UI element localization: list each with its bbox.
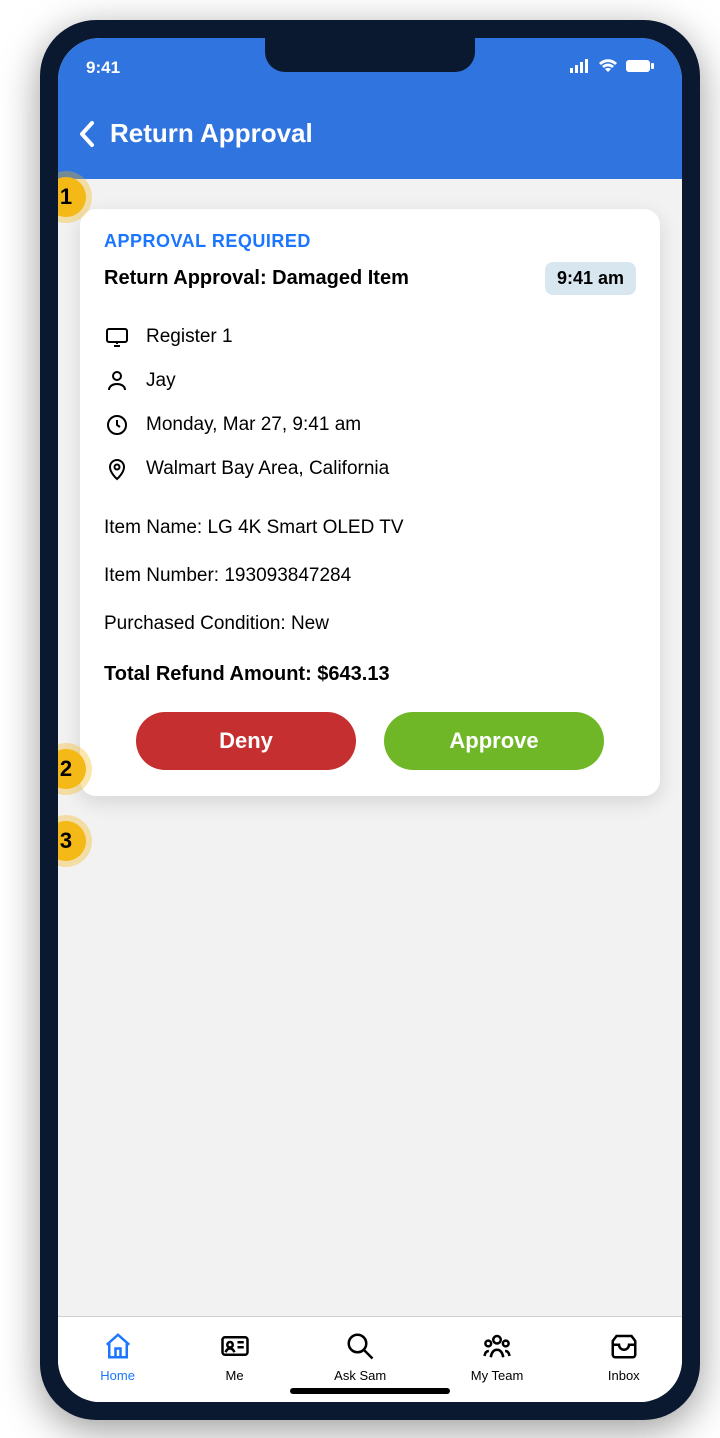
location-value: Walmart Bay Area, California [146, 458, 389, 480]
wifi-icon [598, 58, 618, 78]
approve-button[interactable]: Approve [384, 712, 604, 770]
tab-ask-sam-label: Ask Sam [334, 1368, 386, 1383]
page-title: Return Approval [110, 118, 313, 149]
approval-card: APPROVAL REQUIRED Return Approval: Damag… [80, 209, 660, 796]
person-icon [104, 369, 130, 393]
meta-register: Register 1 [104, 315, 636, 359]
register-value: Register 1 [146, 326, 233, 348]
location-icon [104, 457, 130, 481]
monitor-icon [104, 325, 130, 349]
item-number-line: Item Number: 193093847284 [104, 565, 636, 587]
deny-button[interactable]: Deny [136, 712, 356, 770]
time-pill: 9:41 am [545, 262, 636, 295]
signal-icon [570, 58, 590, 78]
tab-me[interactable]: Me [220, 1331, 250, 1383]
inbox-icon [609, 1331, 639, 1364]
tab-my-team-label: My Team [471, 1368, 524, 1383]
meta-user: Jay [104, 359, 636, 403]
notch [265, 38, 475, 72]
phone-frame: 9:41 Return Approval 1 AP [40, 20, 700, 1420]
back-icon[interactable] [78, 120, 96, 148]
content-area: 1 APPROVAL REQUIRED Return Approval: Dam… [58, 179, 682, 1316]
tab-inbox[interactable]: Inbox [608, 1331, 640, 1383]
callout-1: 1 [58, 177, 86, 217]
total-refund-line: Total Refund Amount: $643.13 [104, 663, 636, 686]
search-icon [345, 1331, 375, 1364]
tab-me-label: Me [226, 1368, 244, 1383]
tab-home-label: Home [100, 1368, 135, 1383]
phone-screen: 9:41 Return Approval 1 AP [58, 38, 682, 1402]
time-value: Monday, Mar 27, 9:41 am [146, 414, 361, 436]
clock-icon [104, 413, 130, 437]
app-header: Return Approval [58, 88, 682, 179]
id-card-icon [220, 1331, 250, 1364]
status-right [570, 58, 654, 78]
callout-3: 3 [58, 821, 86, 861]
home-icon [103, 1331, 133, 1364]
meta-list: Register 1 Jay Monday, Mar 27, 9:41 am [104, 315, 636, 491]
tab-ask-sam[interactable]: Ask Sam [334, 1331, 386, 1383]
home-indicator[interactable] [290, 1388, 450, 1394]
team-icon [482, 1331, 512, 1364]
tab-my-team[interactable]: My Team [471, 1331, 524, 1383]
meta-location: Walmart Bay Area, California [104, 447, 636, 491]
status-time: 9:41 [86, 58, 120, 78]
approval-required-label: APPROVAL REQUIRED [104, 231, 636, 252]
item-name-line: Item Name: LG 4K Smart OLED TV [104, 517, 636, 539]
card-title-row: Return Approval: Damaged Item 9:41 am [104, 262, 636, 295]
card-title: Return Approval: Damaged Item [104, 267, 409, 290]
meta-time: Monday, Mar 27, 9:41 am [104, 403, 636, 447]
tab-inbox-label: Inbox [608, 1368, 640, 1383]
button-row: Deny Approve [104, 712, 636, 770]
user-value: Jay [146, 370, 176, 392]
battery-icon [626, 58, 654, 78]
condition-line: Purchased Condition: New [104, 613, 636, 635]
tab-home[interactable]: Home [100, 1331, 135, 1383]
